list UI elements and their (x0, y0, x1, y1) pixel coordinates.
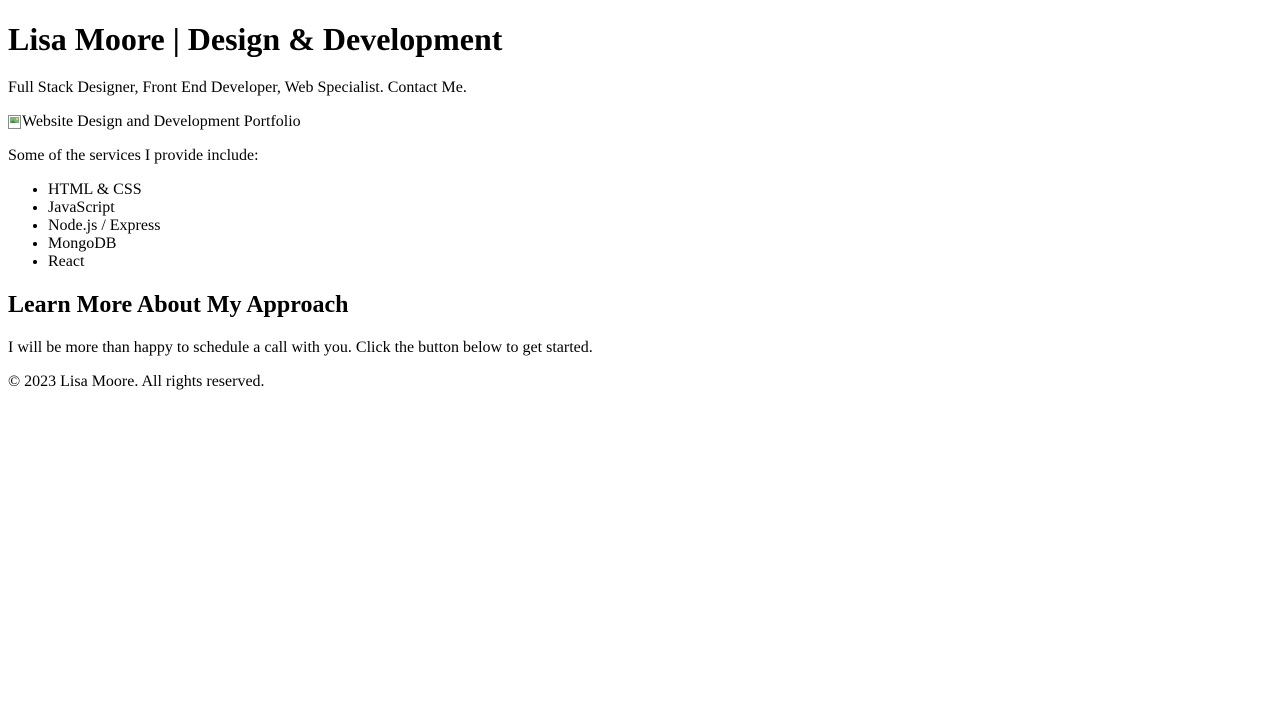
approach-text: I will be more than happy to schedule a … (8, 339, 593, 356)
services-intro: Some of the services I provide include: (8, 147, 259, 164)
approach-heading: Learn More About My Approach (8, 292, 349, 318)
list-item: React (48, 253, 1272, 271)
page: Lisa Moore | Design & Development Full S… (8, 21, 1272, 391)
services-list: HTML & CSS JavaScript Node.js / Express … (8, 181, 1272, 271)
copyright: © 2023 Lisa Moore. All rights reserved. (8, 373, 265, 390)
approach-section: Learn More About My Approach I will be m… (8, 291, 1272, 357)
hero-image: Website Design and Development Portfolio (8, 113, 1272, 131)
hero-image-alt-text: Website Design and Development Portfolio (22, 113, 301, 130)
tagline: Full Stack Designer, Front End Developer… (8, 79, 467, 96)
services-section: Some of the services I provide include: … (8, 147, 1272, 271)
list-item: HTML & CSS (48, 181, 1272, 199)
list-item: Node.js / Express (48, 217, 1272, 235)
site-header: Lisa Moore | Design & Development Full S… (8, 21, 1272, 97)
list-item: JavaScript (48, 199, 1272, 217)
site-footer: © 2023 Lisa Moore. All rights reserved. (8, 373, 1272, 391)
page-title: Lisa Moore | Design & Development (8, 21, 503, 57)
list-item: MongoDB (48, 235, 1272, 253)
broken-image-icon (8, 114, 22, 130)
